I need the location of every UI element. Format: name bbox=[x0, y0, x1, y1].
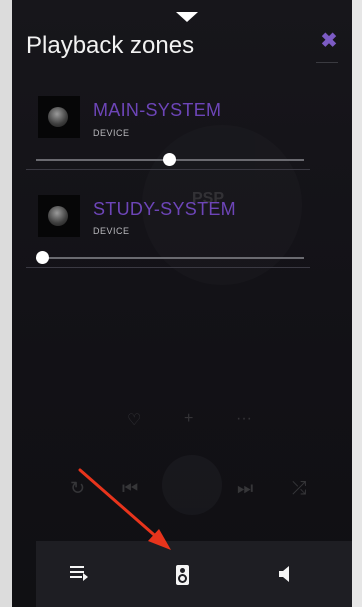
speaker-icon[interactable] bbox=[176, 565, 189, 585]
zone-type: DEVICE bbox=[93, 226, 130, 236]
zone-type: DEVICE bbox=[93, 128, 130, 138]
window-edge-right bbox=[352, 0, 362, 607]
disc-icon bbox=[48, 107, 68, 127]
zone-thumbnail bbox=[38, 195, 80, 237]
zone-name: STUDY-SYSTEM bbox=[93, 199, 236, 219]
volume-slider[interactable] bbox=[36, 257, 304, 259]
playback-zones-panel bbox=[12, 0, 352, 607]
queue-icon[interactable] bbox=[70, 565, 88, 583]
disc-icon bbox=[48, 206, 68, 226]
volume-slider-knob[interactable] bbox=[36, 251, 49, 264]
zone-thumbnail bbox=[38, 96, 80, 138]
zone-item-main-system[interactable]: MAIN-SYSTEM DEVICE bbox=[26, 94, 346, 174]
bottom-toolbar bbox=[36, 541, 352, 607]
volume-slider-knob[interactable] bbox=[163, 153, 176, 166]
zone-divider bbox=[26, 169, 310, 170]
close-icon[interactable]: ✖ bbox=[319, 30, 339, 52]
zone-divider bbox=[26, 267, 310, 268]
close-underline bbox=[316, 62, 338, 63]
collapse-handle-icon[interactable] bbox=[176, 12, 198, 22]
volume-icon[interactable] bbox=[278, 565, 294, 583]
zone-item-study-system[interactable]: STUDY-SYSTEM DEVICE bbox=[26, 193, 346, 273]
window-edge-left bbox=[0, 0, 12, 607]
zone-name: MAIN-SYSTEM bbox=[93, 100, 222, 120]
panel-title: Playback zones bbox=[26, 32, 195, 59]
